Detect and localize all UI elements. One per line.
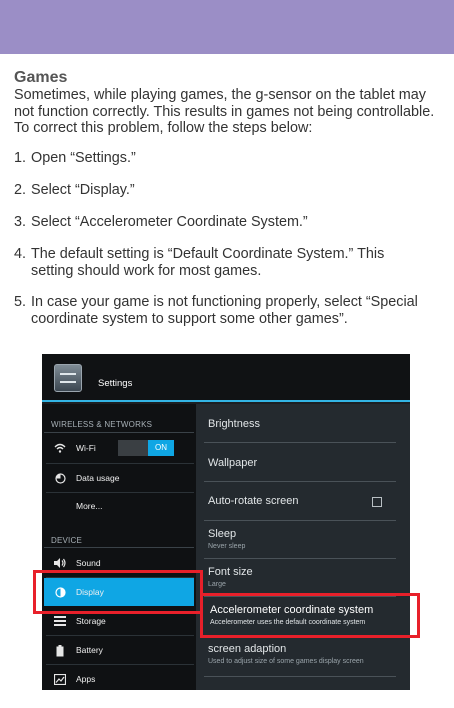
sidebar-item-battery[interactable]: Battery [44,636,194,664]
header-band [0,0,454,54]
settings-sidebar: WIRELESS & NETWORKS Wi-Fi ON Data usage … [42,404,196,690]
sidebar-item-data-usage[interactable]: Data usage [44,464,194,492]
wifi-icon [54,443,66,453]
setting-title: screen adaption [208,643,287,655]
step-item: 4. The default setting is “Default Coord… [14,246,424,279]
setting-summary: Large [208,581,226,588]
setting-title: Wallpaper [208,457,258,469]
setting-title: Font size [208,566,253,578]
data-usage-icon [54,473,66,484]
device-header: DEVICE [51,536,82,545]
page-title: Games [14,69,68,86]
sidebar-item-label: Storage [76,616,106,626]
divider [204,442,396,443]
step-text: Open “Settings.” [31,150,136,166]
auto-rotate-checkbox[interactable] [372,497,382,507]
sidebar-item-label: Battery [76,645,103,655]
settings-app-icon[interactable] [54,364,82,392]
sidebar-item-label: Sound [76,558,101,568]
display-highlight-box [33,570,203,614]
toggle-on-label: ON [148,440,174,456]
battery-icon [54,645,66,657]
wifi-toggle[interactable]: ON [118,440,174,456]
step-number: 5. [14,294,27,310]
setting-wallpaper[interactable]: Wallpaper [208,457,400,469]
step-text: Select “Accelerometer Coordinate System.… [31,214,308,230]
setting-title: Sleep [208,528,237,540]
action-bar: Settings [42,354,410,402]
setting-summary: Never sleep [208,543,246,550]
sidebar-item-label: Wi-Fi [76,443,96,453]
step-text: Select “Display.” [31,182,135,198]
settings-detail-pane: Brightness Wallpaper Auto-rotate screen … [196,404,410,690]
step-number: 3. [14,214,27,230]
apps-icon [53,673,67,686]
setting-title: Brightness [208,418,260,430]
accelerometer-highlight-box [200,593,420,638]
step-text: The default setting is “Default Coordina… [31,246,385,279]
sidebar-item-apps[interactable]: Apps [44,665,194,690]
step-number: 1. [14,150,27,166]
setting-sleep[interactable]: Sleep Never sleep [208,528,400,550]
step-number: 2. [14,182,27,198]
step-item: 3. Select “Accelerometer Coordinate Syst… [14,214,308,231]
sound-icon [54,558,66,568]
divider [204,558,396,559]
setting-screen-adaption[interactable]: screen adaption Used to adjust size of s… [208,643,400,665]
divider [204,676,396,677]
intro-paragraph: Sometimes, while playing games, the g-se… [14,87,435,136]
divider [204,520,396,521]
step-number: 4. [14,246,27,262]
step-item: 5. In case your game is not functioning … [14,294,446,327]
sidebar-item-label: Apps [76,674,96,684]
divider [44,547,194,548]
action-bar-title: Settings [98,378,133,389]
document-body: Games Sometimes, while playing games, th… [14,68,444,137]
sidebar-item-label: More... [76,501,103,511]
step-item: 2. Select “Display.” [14,182,135,199]
sidebar-item-label: Data usage [76,473,120,483]
step-text: In case your game is not functioning pro… [31,294,418,327]
setting-summary: Used to adjust size of some games displa… [208,658,364,665]
divider [204,481,396,482]
wireless-header: WIRELESS & NETWORKS [51,420,153,429]
divider [44,432,194,433]
settings-screenshot: Settings WIRELESS & NETWORKS Wi-Fi ON Da… [42,354,410,690]
setting-brightness[interactable]: Brightness [208,418,400,430]
setting-font-size[interactable]: Font size Large [208,566,400,588]
sidebar-item-wifi[interactable]: Wi-Fi ON [44,434,194,462]
sidebar-item-more[interactable]: More... [44,492,194,520]
storage-icon [54,616,66,626]
step-item: 1. Open “Settings.” [14,150,136,167]
